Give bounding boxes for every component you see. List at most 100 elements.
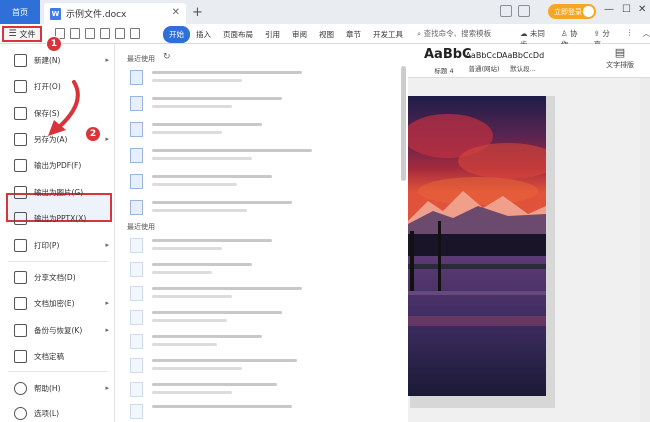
recent-file-item[interactable] [130,260,400,280]
submenu-arrow-icon: ▸ [105,326,109,334]
menu-item-print[interactable]: 打印(P) ▸ [0,234,115,256]
file-name-blurred [152,359,297,362]
save-as-icon [14,132,27,146]
tab-start[interactable]: 开始 [163,26,190,43]
file-menu-button[interactable]: ☰ 文件 [2,26,42,42]
minimize-icon[interactable]: — [604,4,614,15]
print-icon[interactable] [85,28,95,39]
menu-item-label: 文档加密(E) [34,298,75,308]
command-search[interactable]: ⌕ 查找命令、搜索模板 [417,28,491,39]
tab-review[interactable]: 审阅 [286,26,313,43]
menu-item-finalize[interactable]: 文档定稿 [0,345,115,367]
maximize-icon[interactable]: ☐ [622,4,631,15]
recent-file-item[interactable] [130,332,400,352]
recent-file-item[interactable] [130,68,400,88]
word-doc-icon [130,334,143,349]
window-layout-icons [500,5,530,17]
home-tab[interactable]: 首页 [0,0,40,24]
menu-item-label: 帮助(H) [34,383,61,393]
tab-view[interactable]: 视图 [313,26,340,43]
word-doc-icon [130,382,143,397]
file-name-blurred [152,175,272,178]
window-layout-icon[interactable] [500,5,512,17]
recent-file-item[interactable] [130,284,400,304]
page-shadow [546,96,555,408]
tab-page-layout[interactable]: 页面布局 [217,26,259,43]
recent-file-item[interactable] [130,94,400,114]
tab-section[interactable]: 章节 [340,26,367,43]
tab-list-icon[interactable] [518,5,530,17]
image-icon [14,185,27,199]
recent-scrollbar[interactable] [401,66,406,181]
quick-access-icons [55,28,140,39]
menu-item-backup[interactable]: 备份与恢复(K) ▸ [0,319,115,341]
menu-item-share[interactable]: 分享文档(D) [0,266,115,288]
recent-file-item[interactable] [130,172,400,192]
word-doc-icon [130,404,143,419]
hamburger-icon: ☰ [8,29,17,39]
document-tab[interactable]: W 示例文件.docx ✕ [44,3,186,24]
style-name: 默认段... [510,65,536,73]
file-menu-label: 文件 [19,29,36,39]
recent-file-item[interactable] [130,402,400,422]
style-default-paragraph[interactable]: AaBbCcDd 默认段... [502,47,544,75]
word-doc-icon [130,148,143,163]
style-sample: AaBbC [424,47,472,62]
recent-file-item[interactable] [130,198,400,218]
submenu-arrow-icon: ▸ [105,135,109,143]
export-icon[interactable] [70,28,80,39]
page-shadow-bottom [410,396,555,408]
login-button[interactable]: 立即登录 [548,4,596,19]
word-doc-icon [130,238,143,253]
submenu-arrow-icon: ▸ [105,384,109,392]
close-window-icon[interactable]: ✕ [638,4,646,15]
recent-file-item[interactable] [130,308,400,328]
text-layout-label: 文字排版 [606,61,634,69]
menu-item-help[interactable]: 帮助(H) ▸ [0,377,115,399]
menu-item-label: 备份与恢复(K) [34,325,83,335]
recent-file-item[interactable] [130,236,400,256]
word-doc-icon: W [50,7,61,20]
recent-file-item[interactable] [130,120,400,140]
file-path-blurred [152,367,242,370]
redo-icon[interactable] [130,28,140,39]
preview-icon[interactable] [100,28,110,39]
save-icon [14,106,27,120]
submenu-arrow-icon: ▸ [105,241,109,249]
recent-file-item[interactable] [130,146,400,166]
style-heading4[interactable]: AaBbC 标题 4 [424,47,472,75]
checkbox-icon [14,349,27,363]
file-name-blurred [152,405,292,408]
menu-item-options[interactable]: 选项(L) [0,402,115,422]
menu-item-export-pptx[interactable]: 输出为PPTX(X) [0,207,115,229]
menu-item-encrypt[interactable]: 文档加密(E) ▸ [0,292,115,314]
style-normal-web[interactable]: AaBbCcD 普通(网站) [464,47,504,75]
red-arrow-annotation [48,80,80,136]
tab-insert[interactable]: 插入 [190,26,217,43]
submenu-arrow-icon: ▸ [105,299,109,307]
document-photo [408,96,546,396]
file-path-blurred [152,105,232,108]
undo-icon[interactable] [115,28,125,39]
command-search-placeholder: 查找命令、搜索模板 [423,29,492,38]
text-layout-button[interactable]: ▤ 文字排版 [590,46,650,70]
close-tab-icon[interactable]: ✕ [172,7,180,18]
menu-item-export-image[interactable]: 输出为图片(G) [0,181,115,203]
add-tab-button[interactable]: + [192,5,203,20]
recent-file-item[interactable] [130,356,400,376]
menu-toolbar: ☰ 文件 开始 插入 页面布局 引用 审阅 视图 章节 开发工具 ⌕ 查找命令、… [0,24,650,49]
refresh-icon[interactable]: ↻ [163,52,171,62]
tab-developer[interactable]: 开发工具 [367,26,409,43]
menu-item-export-pdf[interactable]: 输出为PDF(F) [0,154,115,176]
menu-item-new[interactable]: 新建(N) ▸ [0,49,115,71]
file-name-blurred [152,383,277,386]
word-doc-icon [130,70,143,85]
printer-icon [14,238,27,252]
recent-file-item[interactable] [130,380,400,400]
tab-references[interactable]: 引用 [259,26,286,43]
share-icon [14,270,27,284]
vertical-scrollbar-track[interactable] [640,78,650,422]
login-label: 立即登录 [554,7,582,16]
word-doc-icon [130,262,143,277]
recent-title: 最近使用 [127,223,155,231]
